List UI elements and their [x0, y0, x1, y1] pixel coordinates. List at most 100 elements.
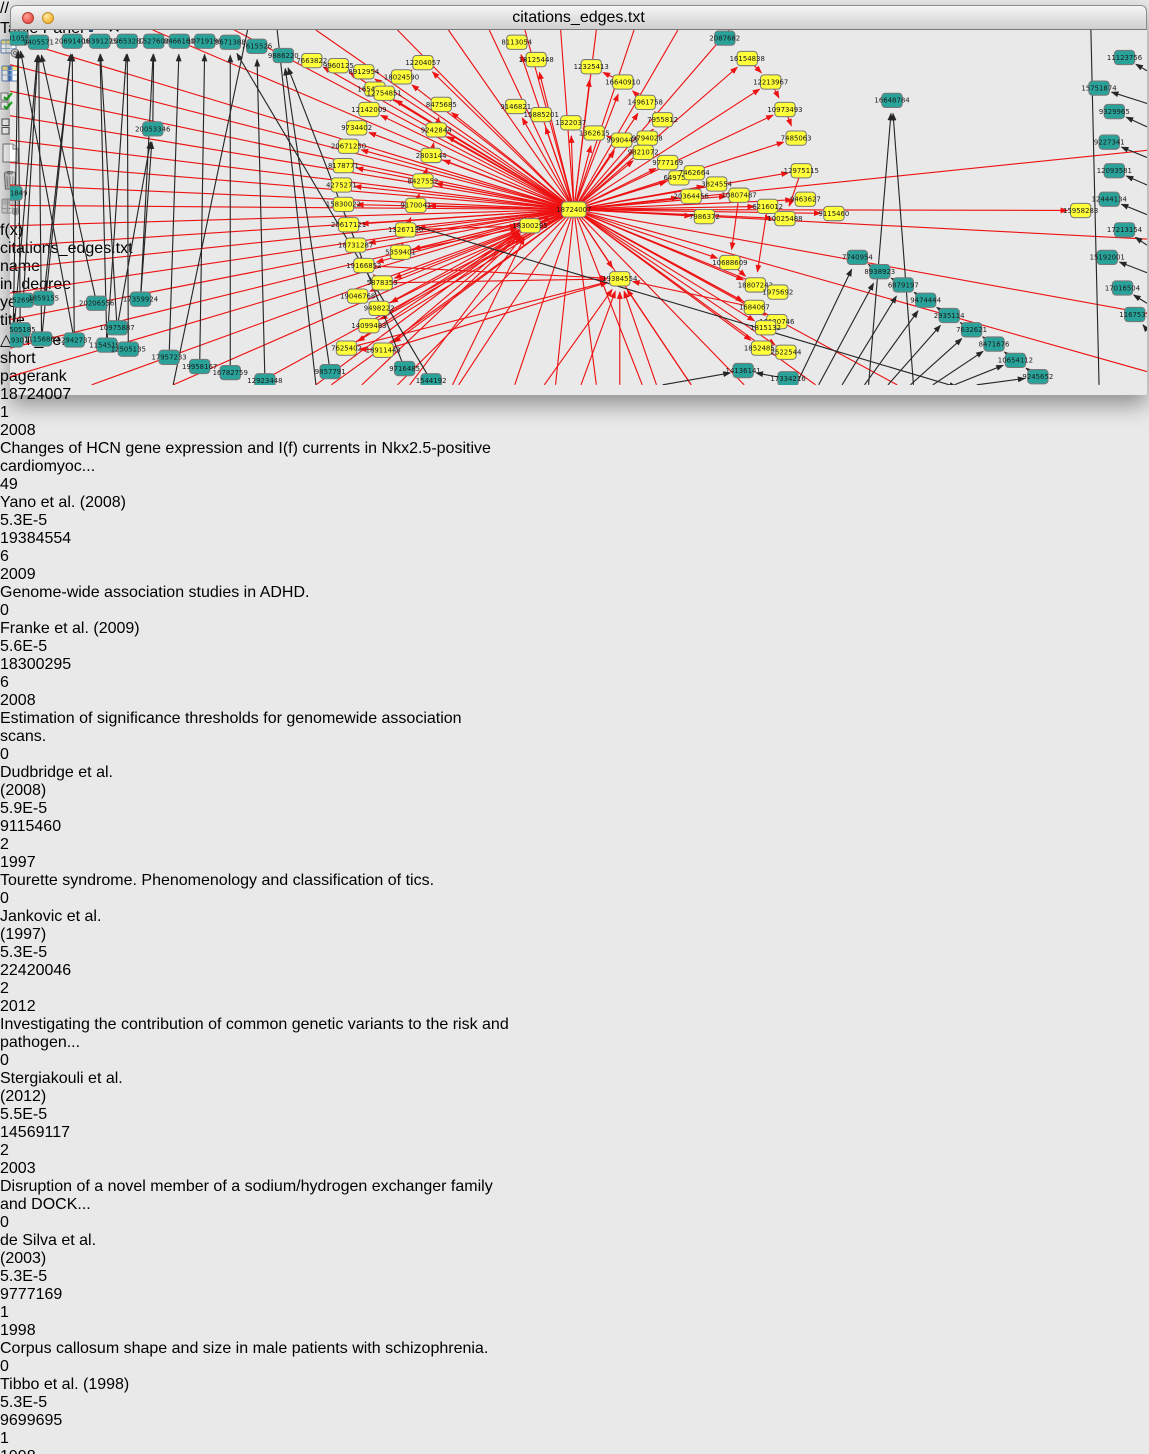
graph-node[interactable]: 15751874: [1081, 81, 1117, 95]
graph-node[interactable]: 15958283: [1063, 203, 1098, 217]
graph-node[interactable]: 12975115: [784, 164, 819, 178]
zoom-window-button[interactable]: [62, 12, 74, 24]
table-cell[interactable]: 9699695: [0, 1412, 79, 1430]
graph-node[interactable]: 12142009: [351, 102, 386, 116]
graph-node[interactable]: 8113054: [501, 35, 532, 49]
graph-node[interactable]: 8178771: [328, 158, 359, 172]
table-cell[interactable]: Estimation of significance thresholds fo…: [0, 710, 509, 746]
table-cell[interactable]: 22420046: [0, 962, 79, 980]
table-cell[interactable]: 49: [0, 476, 70, 494]
table-cell[interactable]: Stergiakouli et al. (2012): [0, 1070, 142, 1106]
table-cell[interactable]: 2008: [0, 692, 66, 710]
table-cell[interactable]: 1997: [0, 854, 66, 872]
table-cell[interactable]: 5.3E-5: [0, 1268, 86, 1286]
graph-node[interactable]: 14136141: [726, 363, 761, 377]
network-graph-svg[interactable]: 2010558940557120691406183912751065328715…: [10, 30, 1147, 385]
graph-node[interactable]: 9227341: [1094, 135, 1125, 149]
table-cell[interactable]: 2008: [0, 422, 66, 440]
table-row[interactable]: 977716911998Corpus callosum shape and si…: [0, 1286, 1149, 1412]
graph-node[interactable]: 14099483: [351, 319, 386, 333]
table-cell[interactable]: 1: [0, 1430, 87, 1448]
graph-node[interactable]: 16782759: [213, 365, 248, 379]
table-cell[interactable]: Jankovic et al. (1997): [0, 908, 142, 944]
graph-node[interactable]: 2935114: [934, 308, 965, 322]
graph-node[interactable]: 9245652: [1022, 370, 1053, 384]
table-row[interactable]: 1456911722003Disruption of a novel membe…: [0, 1124, 1149, 1286]
table-cell[interactable]: Changes of HCN gene expression and I(f) …: [0, 440, 509, 476]
table-cell[interactable]: 18300295: [0, 656, 79, 674]
graph-node[interactable]: 17213154: [1107, 223, 1143, 237]
graph-node[interactable]: 7955812: [647, 113, 678, 127]
table-cell[interactable]: 5.3E-5: [0, 1394, 86, 1412]
graph-node[interactable]: 9115460: [819, 206, 850, 220]
graph-node[interactable]: 17016504: [1105, 281, 1141, 295]
graph-node[interactable]: 6879197: [888, 278, 919, 292]
table-cell[interactable]: Yano et al. (2008): [0, 494, 142, 512]
graph-node[interactable]: 9777169: [652, 155, 683, 169]
graph-node[interactable]: 2087682: [709, 31, 740, 45]
table-cell[interactable]: 0: [0, 746, 70, 764]
table-cell[interactable]: 5.3E-5: [0, 512, 86, 530]
table-cell[interactable]: 1998: [0, 1322, 66, 1340]
graph-node[interactable]: 5878353: [367, 276, 398, 290]
graph-node[interactable]: 7625402: [331, 341, 362, 355]
graph-node[interactable]: 12325413: [574, 60, 609, 74]
close-window-button[interactable]: [22, 12, 34, 24]
table-cell[interactable]: Corpus callosum shape and size in male p…: [0, 1340, 509, 1358]
graph-node[interactable]: 16640910: [605, 75, 640, 89]
table-cell[interactable]: 9777169: [0, 1286, 79, 1304]
graph-node[interactable]: 18724007: [556, 202, 591, 217]
graph-node[interactable]: 10975887: [99, 321, 134, 335]
graph-node[interactable]: 18024590: [384, 70, 419, 84]
table-cell[interactable]: 6: [0, 674, 87, 692]
table-cell[interactable]: Disruption of a novel member of a sodium…: [0, 1178, 509, 1214]
table-cell[interactable]: 0: [0, 890, 70, 908]
table-cell[interactable]: 5.6E-5: [0, 638, 86, 656]
graph-node[interactable]: 12923448: [247, 374, 282, 385]
graph-node[interactable]: 8471676: [979, 337, 1010, 351]
graph-node[interactable]: 10807487: [721, 188, 756, 202]
table-cell[interactable]: 1998: [0, 1448, 66, 1454]
table-cell[interactable]: 6: [0, 548, 87, 566]
graph-node[interactable]: 1684067: [739, 300, 770, 314]
graph-node[interactable]: 1322037: [555, 116, 586, 130]
table-row[interactable]: 1872400712008Changes of HCN gene express…: [0, 386, 1149, 530]
table-cell[interactable]: 0: [0, 602, 70, 620]
table-cell[interactable]: Tibbo et al. (1998): [0, 1376, 142, 1394]
graph-node[interactable]: 10973493: [767, 102, 802, 116]
table-cell[interactable]: 2009: [0, 566, 66, 584]
table-cell[interactable]: de Silva et al. (2003): [0, 1232, 142, 1268]
table-row[interactable]: 2242004622012Investigating the contribut…: [0, 962, 1149, 1124]
table-cell[interactable]: Dudbridge et al. (2008): [0, 764, 142, 800]
graph-node[interactable]: 11123756: [1107, 50, 1142, 64]
table-row[interactable]: 1938455462009Genome-wide association stu…: [0, 530, 1149, 656]
table-cell[interactable]: Genome-wide association studies in ADHD.: [0, 584, 509, 602]
table-row[interactable]: 1830029562008Estimation of significance …: [0, 656, 1149, 818]
graph-node[interactable]: 9734402: [341, 121, 372, 135]
table-cell[interactable]: 1: [0, 404, 87, 422]
graph-node[interactable]: 3824554: [701, 177, 732, 191]
graph-node[interactable]: 9463627: [790, 192, 821, 206]
table-cell[interactable]: 2: [0, 980, 87, 998]
table-cell[interactable]: 2: [0, 836, 87, 854]
table-cell[interactable]: 14569117: [0, 1124, 79, 1142]
graph-node[interactable]: 12204057: [405, 55, 440, 69]
table-row[interactable]: 911546021997Tourette syndrome. Phenomeno…: [0, 818, 1149, 962]
graph-node[interactable]: 16154838: [730, 51, 765, 65]
table-cell[interactable]: 0: [0, 1358, 70, 1376]
graph-node[interactable]: 16648784: [874, 93, 910, 107]
table-cell[interactable]: Franke et al. (2009): [0, 620, 142, 638]
table-cell[interactable]: 5.5E-5: [0, 1106, 86, 1124]
graph-node[interactable]: 7740954: [842, 250, 873, 264]
table-cell[interactable]: Tourette syndrome. Phenomenology and cla…: [0, 872, 509, 890]
graph-node[interactable]: 19166852: [346, 258, 381, 272]
table-cell[interactable]: 5.9E-5: [0, 800, 86, 818]
minimize-window-button[interactable]: [42, 12, 54, 24]
table-cell[interactable]: 9115460: [0, 818, 79, 836]
graph-node[interactable]: 1544192: [416, 374, 447, 385]
graph-node[interactable]: 9474444: [910, 293, 941, 307]
graph-node[interactable]: 9329965: [1099, 104, 1130, 118]
splitter-grip-icon[interactable]: //: [0, 0, 9, 17]
graph-node[interactable]: 12213967: [753, 75, 788, 89]
table-cell[interactable]: 1: [0, 1304, 87, 1322]
